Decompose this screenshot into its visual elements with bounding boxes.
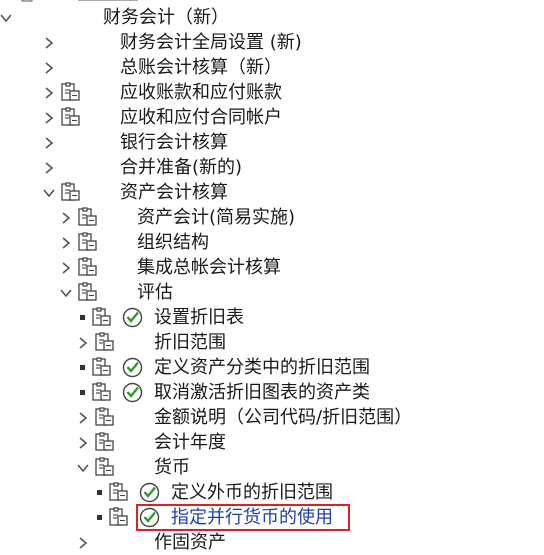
tree-node-label[interactable]: 折旧范围 <box>154 330 226 355</box>
img-folder-icon <box>95 332 115 353</box>
chevron-right-icon[interactable] <box>43 57 57 77</box>
tree-row[interactable]: 银行会计核算 <box>0 130 544 155</box>
tree-row[interactable]: 资产会计(简易实施) <box>0 205 544 230</box>
tree-row[interactable]: 总账会计核算（新） <box>0 55 544 80</box>
tree-node-label[interactable]: 取消激活折旧图表的资产类 <box>154 380 370 405</box>
tree-node-label[interactable]: 总账会计核算（新） <box>120 55 282 80</box>
tree-row[interactable]: 取消激活折旧图表的资产类 <box>0 380 544 405</box>
img-folder-icon <box>78 207 98 228</box>
leaf-bullet <box>97 515 102 520</box>
tree-node-label[interactable]: 定义资产分类中的折旧范围 <box>154 355 370 380</box>
execute-check-icon[interactable] <box>122 307 143 328</box>
tree-node-label[interactable]: 评估 <box>137 280 173 305</box>
chevron-right-icon[interactable] <box>77 407 91 427</box>
chevron-right-icon[interactable] <box>43 132 57 152</box>
leaf-bullet <box>80 315 85 320</box>
tree-row[interactable]: 金额说明（公司代码/折旧范围） <box>0 405 544 430</box>
img-folder-icon <box>92 307 112 328</box>
tree-node-label[interactable]: 组织结构 <box>137 230 209 255</box>
img-folder-icon <box>61 182 81 203</box>
tree-row[interactable]: 会计年度 <box>0 430 544 455</box>
tree-node-label[interactable]: 应收账款和应付账款 <box>120 80 282 105</box>
tree-row[interactable]: 定义资产分类中的折旧范围 <box>0 355 544 380</box>
img-folder-icon <box>78 232 98 253</box>
chevron-right-icon[interactable] <box>43 32 57 52</box>
img-folder-icon <box>78 257 98 278</box>
tree-row[interactable]: 应收和应付合同帐户 <box>0 105 544 130</box>
chevron-down-icon[interactable] <box>60 282 74 302</box>
chevron-right-icon[interactable] <box>43 82 57 102</box>
tree-node-label[interactable]: 银行会计核算 <box>120 130 228 155</box>
chevron-right-icon[interactable] <box>43 107 57 127</box>
tree-node-label[interactable]: 作固资产 <box>154 530 226 555</box>
img-folder-icon <box>61 107 81 128</box>
tree-node-label[interactable]: 会计年度 <box>154 430 226 455</box>
tree-row[interactable]: 设置折旧表 <box>0 305 544 330</box>
tree-node-label[interactable]: 货币 <box>154 455 190 480</box>
img-folder-icon <box>78 282 98 303</box>
tree-row[interactable]: 应收账款和应付账款 <box>0 80 544 105</box>
leaf-bullet <box>80 365 85 370</box>
focus-highlight <box>136 504 350 531</box>
img-folder-icon <box>109 482 129 503</box>
chevron-right-icon[interactable] <box>60 207 74 227</box>
partial-top-row <box>0 0 544 2</box>
chevron-right-icon[interactable] <box>77 532 91 552</box>
chevron-down-icon[interactable] <box>43 182 57 202</box>
chevron-right-icon[interactable] <box>60 232 74 252</box>
tree-node-label[interactable]: 集成总帐会计核算 <box>137 255 281 280</box>
tree-row[interactable]: 财务会计全局设置 (新) <box>0 30 544 55</box>
tree-node-label[interactable]: 合并准备(新的) <box>120 155 242 180</box>
tree-row[interactable]: 合并准备(新的) <box>0 155 544 180</box>
tree-node-label[interactable]: 应收和应付合同帐户 <box>120 105 282 130</box>
tree-node-label[interactable]: 定义外币的折旧范围 <box>171 480 333 505</box>
tree-row[interactable]: 折旧范围 <box>0 330 544 355</box>
tree-node-label[interactable]: 金额说明（公司代码/折旧范围） <box>154 405 412 430</box>
tree-row[interactable]: 作固资产 <box>0 530 544 555</box>
execute-check-icon[interactable] <box>122 357 143 378</box>
tree-row[interactable]: 集成总帐会计核算 <box>0 255 544 280</box>
tree-node-label[interactable]: 财务会计全局设置 (新) <box>120 30 302 55</box>
img-folder-icon <box>109 507 129 528</box>
img-folder-icon <box>95 407 115 428</box>
img-folder-icon <box>95 457 115 478</box>
tree-row[interactable]: 评估 <box>0 280 544 305</box>
leaf-bullet <box>80 390 85 395</box>
tree-node-label[interactable]: 设置折旧表 <box>154 305 244 330</box>
chevron-down-icon[interactable] <box>0 7 14 27</box>
tree-node-label[interactable]: 财务会计（新） <box>103 5 229 30</box>
tree-row[interactable]: 定义外币的折旧范围 <box>0 480 544 505</box>
chevron-right-icon[interactable] <box>60 257 74 277</box>
tree-row[interactable]: 资产会计核算 <box>0 180 544 205</box>
tree-row[interactable]: 货币 <box>0 455 544 480</box>
leaf-bullet <box>97 490 102 495</box>
tree-node-label[interactable]: 资产会计核算 <box>120 180 228 205</box>
chevron-down-icon[interactable] <box>77 457 91 477</box>
tree-node-label[interactable]: 资产会计(简易实施) <box>137 205 295 230</box>
chevron-right-icon[interactable] <box>43 157 57 177</box>
execute-check-icon[interactable] <box>122 382 143 403</box>
img-folder-icon <box>92 357 112 378</box>
img-folder-icon <box>95 432 115 453</box>
img-folder-icon <box>61 82 81 103</box>
chevron-right-icon[interactable] <box>77 332 91 352</box>
tree-row[interactable]: 组织结构 <box>0 230 544 255</box>
chevron-right-icon[interactable] <box>77 432 91 452</box>
img-folder-icon <box>92 382 112 403</box>
execute-check-icon[interactable] <box>139 482 160 503</box>
tree-row[interactable]: 财务会计（新） <box>0 5 544 30</box>
